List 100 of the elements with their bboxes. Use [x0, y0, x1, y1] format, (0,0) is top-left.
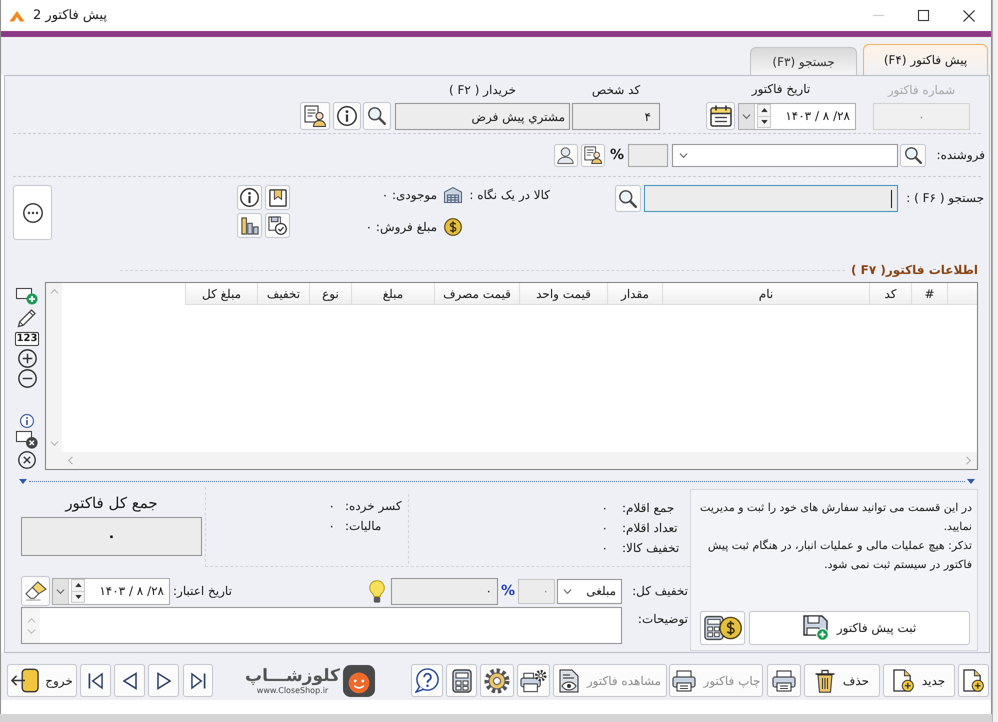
invoice-number-label: شماره فاکتور [888, 82, 956, 99]
scroll-up-icon [26, 618, 36, 622]
extra-value: ۰ [328, 498, 335, 515]
column-header[interactable]: # [911, 283, 947, 305]
invoice-date-label: تاریخ فاکتور [752, 81, 810, 98]
payment-button[interactable] [700, 611, 745, 645]
spin-up-button[interactable] [758, 105, 770, 116]
info-text: در این قسمت می توانید سفارش های خود را ثبت و مدیریت نمایید. [699, 500, 972, 535]
printer-icon [772, 670, 796, 692]
discount-amount-field[interactable]: ۰ [390, 578, 498, 604]
exit-button[interactable]: خروج [7, 664, 77, 697]
document-eye-icon [558, 668, 579, 692]
notes-field[interactable] [21, 607, 622, 644]
column-header[interactable]: کد [869, 283, 911, 305]
save-button[interactable]: ثبت پیش فاکتور [749, 611, 970, 645]
summary-value: ۰ [602, 520, 608, 537]
delete-row-icon[interactable] [16, 431, 38, 449]
x-circle-icon[interactable] [18, 451, 36, 469]
chart-button[interactable] [237, 213, 262, 238]
calculator-button[interactable] [446, 664, 477, 697]
first-record-button[interactable] [80, 664, 111, 697]
chevron-down-icon [56, 588, 65, 594]
trash-icon [814, 668, 835, 692]
window-title: پیش فاکتور 2 [33, 6, 107, 25]
calendar-button[interactable] [706, 102, 735, 130]
new-button[interactable]: جدید [883, 664, 955, 697]
scroll-down-icon [50, 441, 58, 446]
help-button[interactable] [411, 664, 443, 697]
product-search-field[interactable] [644, 185, 898, 212]
column-header[interactable]: قیمت مصرف [434, 283, 519, 305]
row-info-icon[interactable] [20, 414, 34, 428]
print-settings-button[interactable] [517, 664, 550, 697]
product-info-button[interactable] [237, 185, 262, 210]
more-button[interactable] [13, 185, 52, 240]
search-button[interactable] [363, 102, 391, 130]
horizontal-scrollbar[interactable] [46, 452, 977, 469]
vertical-scrollbar[interactable] [46, 283, 62, 452]
pencil-icon[interactable] [17, 308, 37, 328]
info-button[interactable] [333, 102, 361, 130]
customer-list-button[interactable] [300, 102, 330, 130]
product-search-button[interactable] [615, 185, 641, 212]
discount-type-select[interactable]: مبلغی [557, 578, 622, 604]
person-code-field[interactable]: ۴ [572, 103, 660, 130]
notes-label: توضیحات: [636, 611, 688, 628]
spin-down-button[interactable] [72, 590, 84, 602]
buyer-field[interactable]: مشتري پیش فرض [395, 103, 570, 130]
spin-up-button[interactable] [72, 580, 84, 590]
lightbulb-icon [368, 580, 385, 602]
chevron-down-icon [742, 114, 751, 118]
last-record-button[interactable] [183, 664, 213, 697]
column-header[interactable]: مبلغ کل [185, 283, 257, 305]
bar-chart-icon [240, 216, 258, 234]
seller-list-button[interactable] [580, 144, 605, 166]
column-header[interactable]: قیمت واحد [519, 283, 607, 305]
grand-total-title: جمع کل فاکتور [65, 493, 158, 513]
plus-circle-icon[interactable] [18, 349, 36, 368]
delete-button[interactable]: حذف [804, 664, 880, 697]
column-header[interactable]: مبلغ [351, 283, 434, 305]
seller-search-button[interactable] [900, 144, 926, 166]
eraser-button[interactable] [21, 576, 50, 606]
printer-gear-icon [520, 668, 547, 692]
info-icon [240, 188, 259, 207]
column-header[interactable]: تخفیف [257, 283, 309, 305]
settings-button[interactable] [480, 664, 514, 697]
column-header[interactable]: نام [662, 283, 869, 305]
new-document-button[interactable] [958, 664, 989, 697]
skip-left-icon [88, 672, 103, 690]
validity-date-field[interactable]: ۲۸/ ۸ / ۱۴۰۳ [52, 578, 170, 604]
seller-percent-field[interactable] [628, 144, 668, 166]
bookmark-button[interactable] [265, 185, 290, 210]
discount-percent-sign: % [500, 582, 515, 600]
chevron-down-icon [679, 152, 688, 158]
skip-right-icon [190, 672, 206, 690]
previous-record-button[interactable] [114, 664, 145, 697]
extra-label: کسر خرده: [345, 498, 403, 515]
column-header[interactable]: مقدار [607, 283, 662, 305]
close-icon [962, 10, 974, 22]
exit-door-icon [11, 668, 40, 693]
column-header[interactable]: نوع [309, 283, 351, 305]
down-triangle-icon [74, 594, 82, 599]
numbering-button[interactable]: 123 [14, 332, 40, 346]
tab[interactable]: جستجو (F۳) [750, 47, 857, 75]
up-triangle-icon [74, 583, 82, 588]
next-record-button[interactable] [148, 664, 179, 697]
app-logo-icon [9, 10, 25, 22]
spin-down-button[interactable] [758, 116, 770, 127]
product-check-button[interactable] [265, 213, 290, 238]
minus-circle-icon[interactable] [18, 369, 36, 388]
text-cursor [891, 190, 892, 208]
invoice-date-field[interactable]: ۲۸/ ۸ / ۱۴۰۳ [738, 102, 856, 130]
tab[interactable]: پیش فاکتور (F۴) [863, 44, 988, 75]
print-button[interactable] [767, 664, 801, 697]
eraser-icon [24, 581, 46, 601]
add-row-icon[interactable] [16, 288, 38, 305]
logo-url: www.CloseShop.ir [256, 686, 328, 696]
bookmark-icon [268, 188, 286, 206]
seller-button[interactable] [554, 144, 578, 166]
stock-text: موجودی: ۰ [382, 187, 437, 204]
document-plus-icon [963, 669, 984, 692]
search-icon [904, 146, 922, 164]
